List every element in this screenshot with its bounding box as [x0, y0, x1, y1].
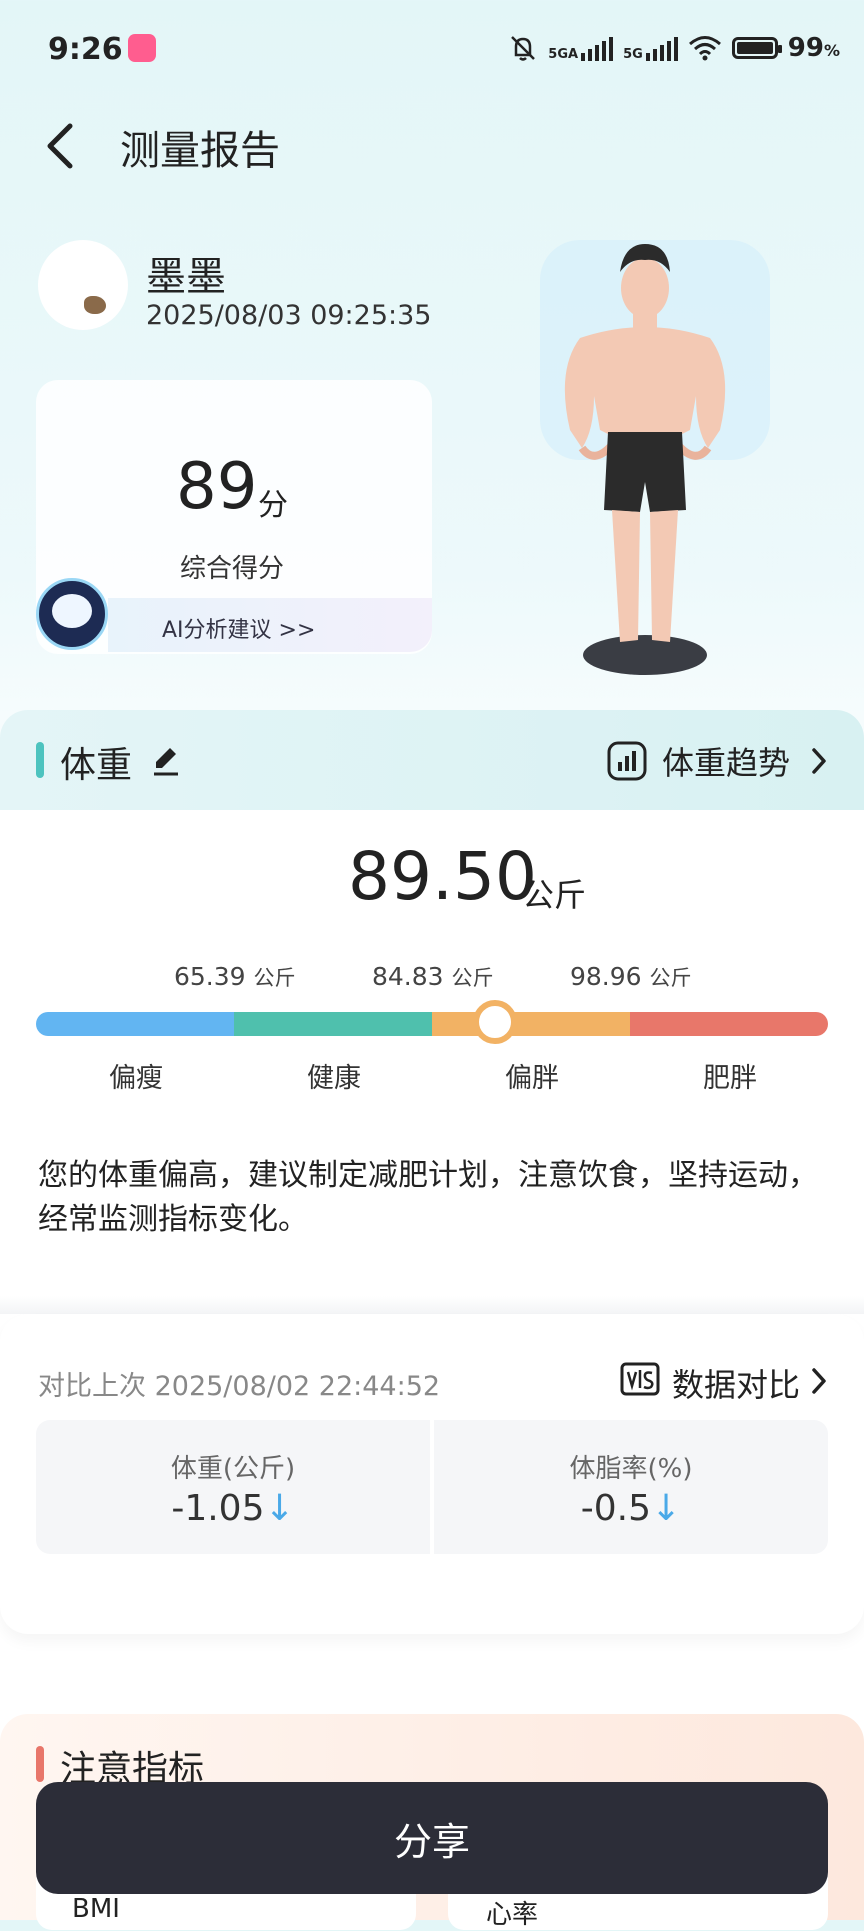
vs-compare-icon[interactable]: [620, 1362, 660, 1396]
data-compare-link[interactable]: 数据对比: [672, 1360, 800, 1406]
score-label: 综合得分: [180, 554, 285, 584]
threshold-2: 84.83 公斤: [372, 962, 494, 991]
threshold-1: 65.39 公斤: [174, 962, 296, 991]
range-label-healthy: 健康: [307, 1063, 361, 1094]
score-value: 89: [176, 450, 258, 524]
measure-datetime: 2025/08/03 09:25:35: [146, 300, 432, 331]
down-arrow-icon: ↓: [264, 1488, 295, 1529]
ai-robot-face: [52, 594, 92, 628]
body-figure-illustration: [540, 240, 770, 675]
threshold-3: 98.96 公斤: [570, 962, 692, 991]
battery-level: 99%: [787, 33, 840, 63]
bell-mute-icon: [511, 36, 536, 61]
weight-advice-text: 您的体重偏高，建议制定减肥计划，注意饮食，坚持运动，经常监测指标变化。: [38, 1158, 818, 1237]
network-5ga-label: 5GA: [548, 47, 579, 62]
chevron-right-icon[interactable]: [808, 1364, 830, 1398]
weight-section-title: 体重: [60, 745, 133, 786]
network-5g-label: 5G: [623, 47, 643, 62]
section-accent-bar: [36, 742, 44, 778]
chevron-right-icon[interactable]: [808, 744, 830, 778]
user-name: 墨墨: [146, 254, 226, 300]
down-arrow-icon: ↓: [651, 1488, 682, 1529]
compare-weight-value: -1.05↓: [171, 1488, 295, 1529]
comparison-date: 对比上次 2025/08/02 22:44:52: [38, 1371, 441, 1402]
ai-analysis-label: AI分析建议 >>: [162, 618, 316, 643]
compare-bodyfat-value: -0.5↓: [580, 1488, 682, 1529]
weight-unit: 公斤: [522, 876, 587, 914]
battery-icon: [731, 37, 782, 59]
compare-cell-weight: [36, 1420, 430, 1554]
edit-pencil-icon[interactable]: [150, 742, 182, 778]
wifi-icon: [688, 36, 721, 61]
section-accent-bar: [36, 1746, 44, 1782]
range-bar-overweight: [432, 1012, 632, 1036]
avatar-image: [84, 296, 106, 314]
page-title: 测量报告: [120, 128, 280, 174]
compare-cell-bodyfat: [434, 1420, 828, 1554]
compare-weight-label: 体重(公斤): [170, 1454, 296, 1484]
share-button[interactable]: 分享: [36, 1782, 828, 1894]
app-notification-icon: [128, 34, 156, 62]
weight-trend-link[interactable]: 体重趋势: [662, 738, 790, 784]
heart-rate-label: 心率: [486, 1900, 539, 1930]
back-arrow-icon[interactable]: [40, 118, 84, 174]
range-bar-underweight: [36, 1012, 236, 1036]
range-bar-healthy: [234, 1012, 434, 1036]
score-unit: 分: [258, 488, 288, 523]
signal-icon: [581, 35, 614, 61]
status-icons: 5GA 5G 99%: [508, 30, 840, 66]
bar-chart-icon[interactable]: [606, 740, 648, 782]
range-bar-obese: [630, 1012, 828, 1036]
signal-icon-2: [645, 35, 678, 61]
weight-value: 89.50: [348, 838, 537, 915]
range-label-obese: 肥胖: [703, 1063, 757, 1094]
range-label-underweight: 偏瘦: [109, 1063, 163, 1094]
avatar[interactable]: [38, 240, 128, 330]
section-divider: [0, 1296, 864, 1314]
range-label-overweight: 偏胖: [505, 1063, 559, 1094]
compare-bodyfat-label: 体脂率(%): [569, 1454, 693, 1484]
status-time: 9:26: [48, 32, 123, 67]
